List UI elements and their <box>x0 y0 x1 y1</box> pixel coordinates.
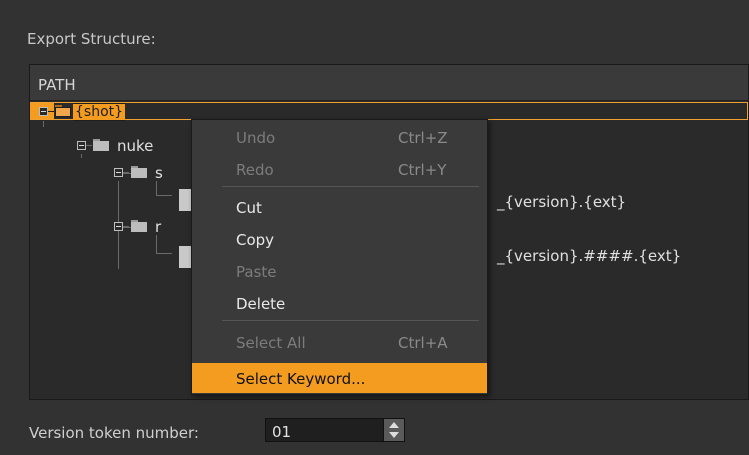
menu-item-select-all[interactable]: Select All Ctrl+A <box>192 327 487 357</box>
tree-node-label[interactable]: _{version}.####.{ext} <box>497 247 681 265</box>
version-token-spinbox[interactable]: 01 <box>265 418 405 442</box>
tree-guide-line <box>156 253 172 254</box>
version-token-label: Version token number: <box>29 424 199 442</box>
menu-item-shortcut: Ctrl+A <box>398 334 448 352</box>
folder-icon <box>55 105 71 117</box>
menu-item-select-keyword[interactable]: Select Keyword... <box>192 363 487 393</box>
collapse-icon[interactable] <box>114 222 123 231</box>
menu-item-label: Cut <box>236 199 262 217</box>
tree-node-label[interactable]: r <box>155 218 161 236</box>
tree-guide-line <box>86 145 92 146</box>
menu-item-label: Copy <box>236 231 275 249</box>
spin-up-icon[interactable] <box>389 422 399 428</box>
tree-guide-line <box>123 172 129 173</box>
menu-item-delete[interactable]: Delete <box>192 288 487 318</box>
menu-separator <box>222 320 479 321</box>
tree-row-shot[interactable] <box>30 102 748 120</box>
menu-item-undo[interactable]: Undo Ctrl+Z <box>192 122 487 152</box>
tree-node-label[interactable]: s <box>155 164 163 182</box>
tree-guide-line <box>81 154 82 158</box>
tree-node-label: {shot} <box>73 103 126 121</box>
tree-guide-line <box>156 181 157 196</box>
tree-node-label[interactable]: _{version}.{ext} <box>497 193 626 211</box>
menu-item-label: Redo <box>236 161 274 179</box>
menu-item-label: Select All <box>236 334 306 352</box>
tree-guide-line <box>156 235 157 254</box>
menu-item-shortcut: Ctrl+Y <box>398 161 447 179</box>
menu-item-redo[interactable]: Redo Ctrl+Y <box>192 154 487 184</box>
spin-down-icon[interactable] <box>389 432 399 438</box>
menu-item-paste[interactable]: Paste <box>192 256 487 286</box>
path-column-header[interactable]: PATH <box>30 65 748 101</box>
tree-guide-line <box>123 226 129 227</box>
path-column-label: PATH <box>38 76 76 94</box>
menu-item-cut[interactable]: Cut <box>192 192 487 222</box>
menu-item-label: Delete <box>236 295 286 313</box>
context-menu: Undo Ctrl+Z Redo Ctrl+Y Cut Copy Paste D… <box>191 119 488 395</box>
collapse-icon[interactable] <box>77 141 86 150</box>
folder-icon <box>131 220 147 232</box>
menu-separator <box>222 186 479 187</box>
menu-item-label: Undo <box>236 129 276 147</box>
folder-icon <box>93 139 109 151</box>
collapse-icon[interactable] <box>39 107 48 116</box>
version-token-value[interactable]: 01 <box>272 423 291 441</box>
folder-icon <box>131 166 147 178</box>
tree-guide-line <box>48 111 54 112</box>
tree-guide-line <box>156 195 172 196</box>
collapse-icon[interactable] <box>114 168 123 177</box>
spin-buttons <box>383 419 404 441</box>
tree-node-label[interactable]: nuke <box>117 137 153 155</box>
menu-item-copy[interactable]: Copy <box>192 224 487 254</box>
menu-item-label: Paste <box>236 263 277 281</box>
export-structure-title: Export Structure: <box>27 30 156 48</box>
tree-guide-line <box>43 121 44 127</box>
menu-item-label: Select Keyword... <box>236 370 366 388</box>
menu-item-shortcut: Ctrl+Z <box>398 129 448 147</box>
